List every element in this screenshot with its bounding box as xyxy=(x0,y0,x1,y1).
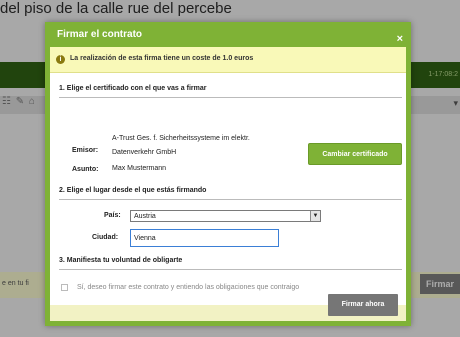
consent-checkbox-label: Sí, deseo firmar este contrato y entiend… xyxy=(77,284,300,291)
dialog-title: Firmar el contrato xyxy=(57,29,143,40)
subject-label: Asunto: xyxy=(72,166,99,173)
section-divider xyxy=(59,97,402,98)
city-input-value: Vienna xyxy=(134,235,156,242)
dialog-body: i La realización de esta firma tiene un … xyxy=(50,47,406,321)
section-certificate-title: 1. Elige el certificado con el que vas a… xyxy=(59,85,207,92)
cost-notice-text: La realización de esta firma tiene un co… xyxy=(70,55,254,62)
section-divider xyxy=(59,269,402,270)
city-label: Ciudad: xyxy=(92,234,119,241)
dialog-header: Firmar el contrato × xyxy=(45,22,411,46)
section-location-title: 2. Elige el lugar desde el que estás fir… xyxy=(59,187,207,194)
section-divider xyxy=(59,199,402,200)
change-certificate-button[interactable]: Cambiar certificado xyxy=(308,143,402,165)
sign-now-button[interactable]: Firmar ahora xyxy=(328,294,398,316)
cost-notice: i La realización de esta firma tiene un … xyxy=(50,47,406,73)
country-select-value: Austria xyxy=(134,213,156,220)
section-consent-title: 3. Manifiesta tu voluntad de obligarte xyxy=(59,257,183,264)
subject-value: Max Mustermann xyxy=(112,165,167,172)
country-label: País: xyxy=(104,212,121,219)
issuer-label: Emisor: xyxy=(72,147,99,154)
chevron-down-icon[interactable]: ▼ xyxy=(310,211,320,221)
city-input[interactable]: Vienna xyxy=(130,229,279,247)
country-select[interactable]: Austria ▼ xyxy=(130,210,321,222)
consent-checkbox[interactable] xyxy=(61,284,68,291)
info-icon: i xyxy=(56,55,65,64)
sign-contract-dialog: Firmar el contrato × i La realización de… xyxy=(45,22,411,326)
issuer-value-line2: Datenverkehr GmbH xyxy=(112,149,177,156)
issuer-value-line1: A-Trust Ges. f. Sicherheitssysteme im el… xyxy=(112,135,250,142)
